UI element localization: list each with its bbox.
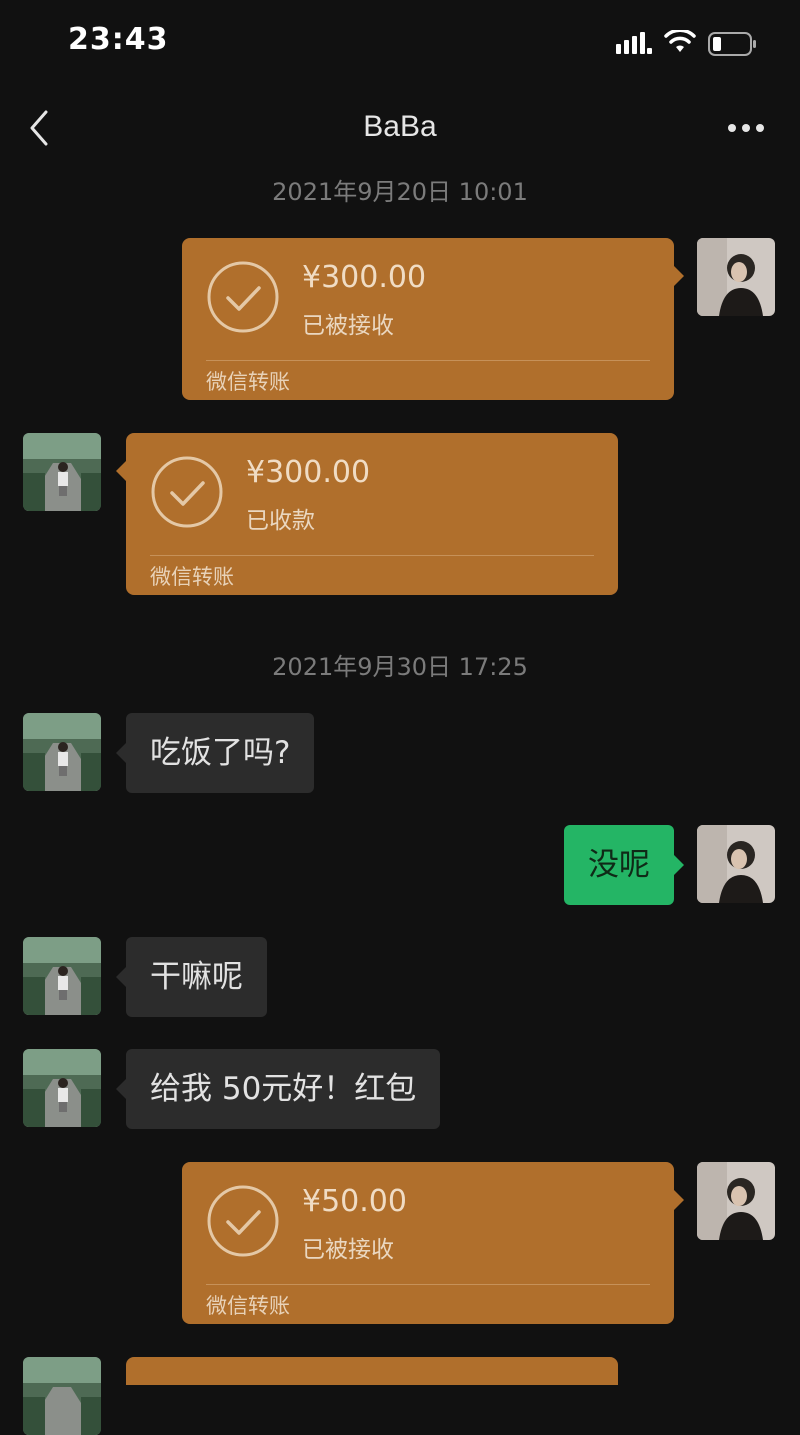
message-bubble[interactable]: 给我 50元好！红包: [116, 1049, 441, 1129]
transfer-amount: ¥50.00: [302, 1184, 407, 1219]
check-circle-icon: [151, 456, 223, 528]
chat-title: BaBa: [363, 110, 437, 143]
wifi-icon: [664, 30, 696, 52]
bubble-tail: [116, 967, 126, 987]
bubble-tail: [116, 1079, 126, 1099]
more-dots-icon[interactable]: [726, 118, 766, 138]
message-text: 干嘛呢: [150, 959, 243, 995]
transfer-status: 已被接收: [302, 313, 394, 339]
avatar-contact[interactable]: [23, 1357, 101, 1435]
transfer-amount: ¥300.00: [302, 260, 427, 295]
divider: [206, 1284, 650, 1285]
avatar-contact[interactable]: [23, 1049, 101, 1127]
status-time: 23:43: [68, 22, 169, 57]
bubble-tail: [674, 266, 684, 286]
avatar-contact[interactable]: [23, 433, 101, 511]
check-circle-icon: [207, 1185, 279, 1257]
transfer-footer: 微信转账: [150, 565, 234, 589]
transfer-card[interactable]: ¥300.00 已被接收 微信转账: [182, 238, 684, 400]
bubble-tail: [116, 461, 126, 481]
bubble-tail: [674, 855, 684, 875]
message-text: 给我 50元好！红包: [150, 1071, 417, 1107]
transfer-card[interactable]: ¥50.00 已被接收 微信转账: [182, 1162, 684, 1324]
message-text: 吃饭了吗?: [150, 735, 291, 771]
signal-icon: [616, 32, 652, 54]
transfer-footer: 微信转账: [206, 1294, 290, 1318]
divider: [206, 360, 650, 361]
transfer-amount: ¥300.00: [246, 455, 371, 490]
message-bubble[interactable]: 干嘛呢: [116, 937, 267, 1017]
transfer-status: 已收款: [246, 508, 315, 534]
timestamp: 2021年9月30日 17:25: [272, 653, 528, 681]
timestamp: 2021年9月20日 10:01: [272, 178, 528, 206]
avatar-contact[interactable]: [23, 937, 101, 1015]
transfer-card[interactable]: [126, 1357, 618, 1385]
avatar-contact[interactable]: [23, 713, 101, 791]
divider: [150, 555, 594, 556]
transfer-footer: 微信转账: [206, 370, 290, 394]
message-bubble[interactable]: 吃饭了吗?: [116, 713, 315, 793]
transfer-card[interactable]: ¥300.00 已收款 微信转账: [116, 433, 618, 595]
check-circle-icon: [207, 261, 279, 333]
transfer-status: 已被接收: [302, 1237, 394, 1263]
battery-icon: [708, 32, 756, 56]
bubble-tail: [116, 743, 126, 763]
message-bubble[interactable]: 没呢: [564, 825, 684, 905]
avatar-self[interactable]: [697, 1162, 775, 1240]
avatar-self[interactable]: [697, 825, 775, 903]
bubble-tail: [674, 1190, 684, 1210]
avatar-self[interactable]: [697, 238, 775, 316]
message-text: 没呢: [588, 847, 650, 883]
